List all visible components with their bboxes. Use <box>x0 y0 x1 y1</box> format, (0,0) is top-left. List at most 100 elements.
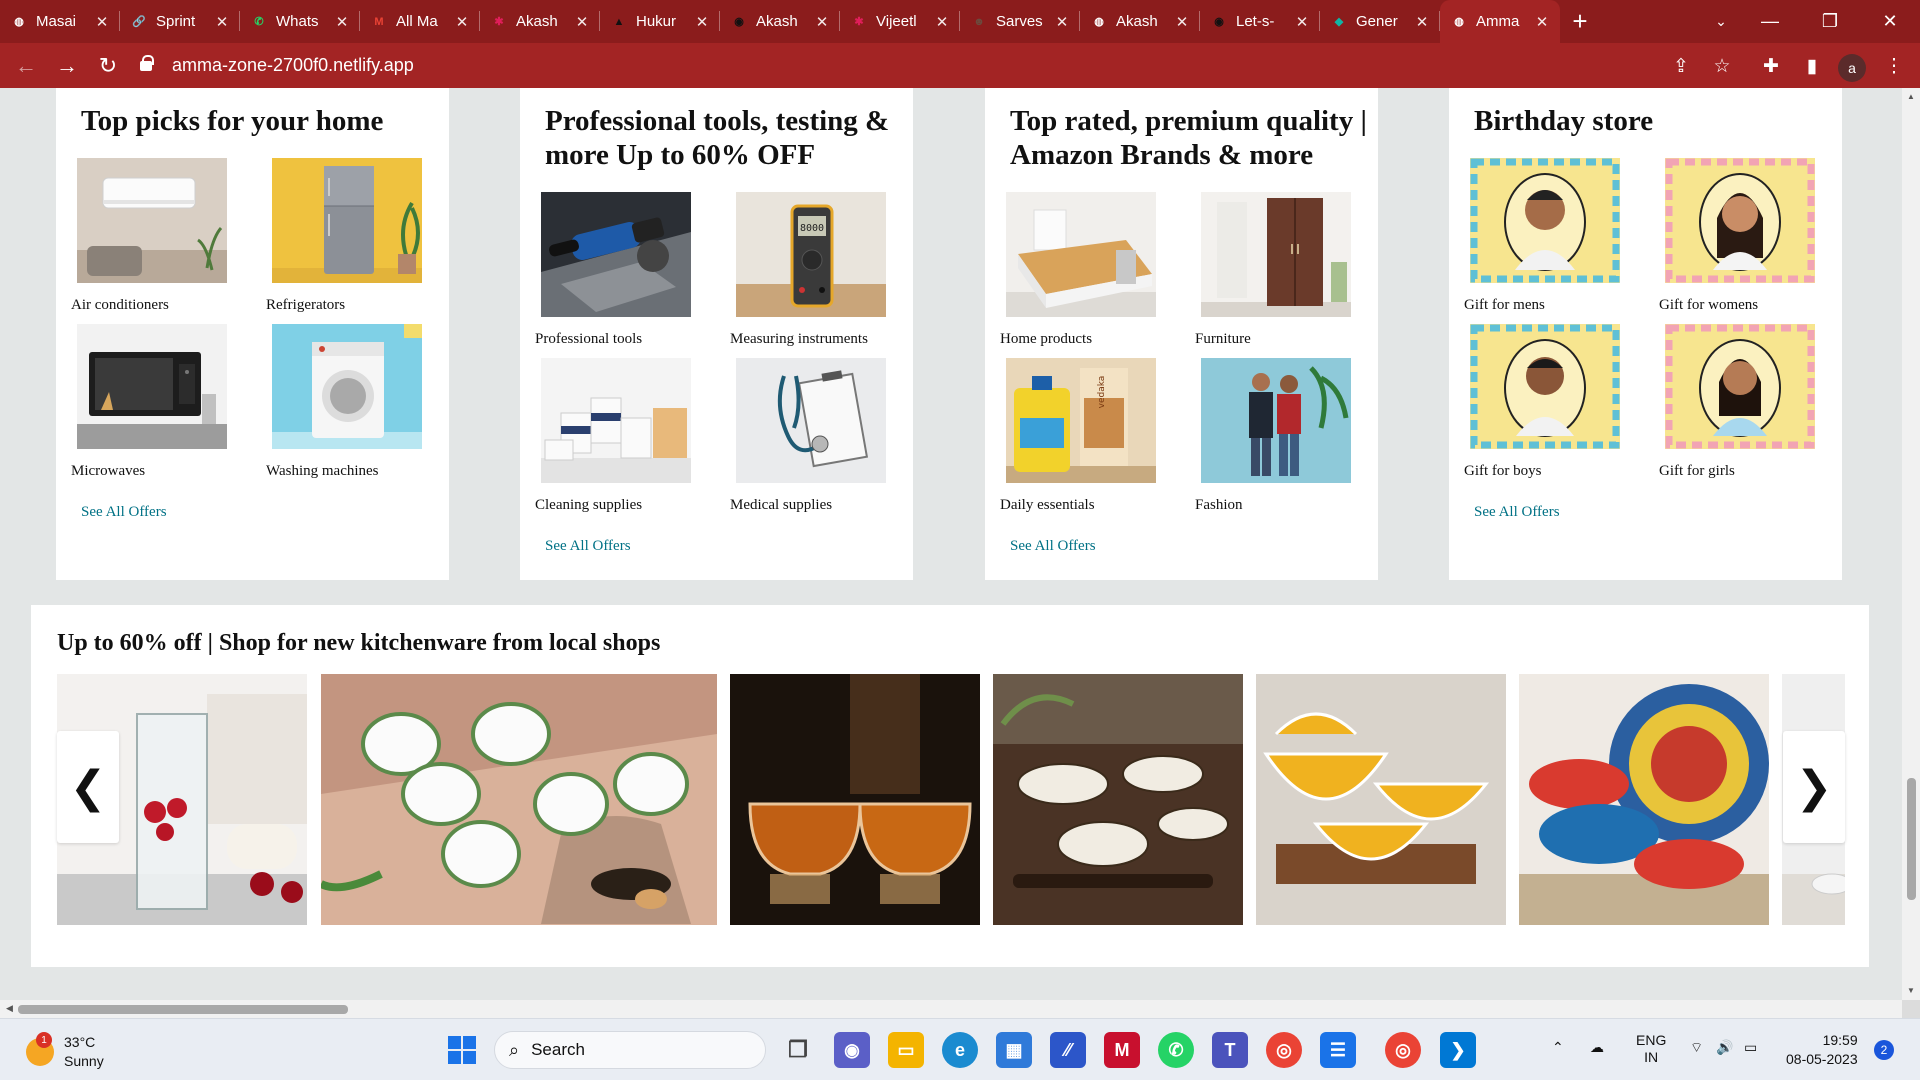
clock[interactable]: 19:59 08-05-2023 <box>1786 1031 1858 1069</box>
tile-daily-essentials[interactable]: vedaka Daily essentials <box>1000 358 1166 514</box>
tile-gift-for-womens[interactable]: Gift for womens <box>1659 158 1825 314</box>
close-tab-icon[interactable]: ✕ <box>334 13 350 31</box>
gift-womens-image[interactable] <box>1665 158 1815 283</box>
profile-avatar[interactable]: a <box>1838 54 1866 82</box>
close-tab-icon[interactable]: ✕ <box>574 13 590 31</box>
tile-air-conditioners[interactable]: Air conditioners <box>71 158 237 314</box>
see-all-offers-link[interactable]: See All Offers <box>1010 538 1096 555</box>
browser-tab[interactable]: 🔗 Sprint ✕ <box>120 0 240 43</box>
tile-gift-for-boys[interactable]: Gift for boys <box>1464 324 1630 480</box>
tile-medical-supplies[interactable]: Medical supplies <box>730 358 896 514</box>
close-tab-icon[interactable]: ✕ <box>94 13 110 31</box>
tea-cups-image[interactable] <box>321 674 717 925</box>
painted-plates-image[interactable] <box>1519 674 1769 925</box>
tray-network-error-icon[interactable]: ☁ <box>1590 1039 1604 1056</box>
teams-icon[interactable]: T <box>1212 1032 1248 1068</box>
browser-tab[interactable]: ◍ Masai ✕ <box>0 0 120 43</box>
new-tab-button[interactable]: + <box>1560 0 1600 43</box>
tray-chevron-icon[interactable]: ⌃ <box>1552 1039 1564 1056</box>
close-tab-icon[interactable]: ✕ <box>214 13 230 31</box>
browser-tab[interactable]: ◆ Gener ✕ <box>1320 0 1440 43</box>
close-tab-icon[interactable]: ✕ <box>454 13 470 31</box>
browser-tab[interactable]: ▲ Hukur ✕ <box>600 0 720 43</box>
language-indicator[interactable]: ENG IN <box>1636 1032 1666 1066</box>
bed-image[interactable] <box>1006 192 1156 317</box>
whatsapp-icon[interactable]: ✆ <box>1158 1032 1194 1068</box>
browser-tab[interactable]: ✱ Akash ✕ <box>480 0 600 43</box>
reload-icon[interactable]: ↻ <box>92 50 124 82</box>
weather-widget[interactable]: 1 33°C Sunny <box>26 1032 104 1071</box>
tab-search-icon[interactable]: ⌄ <box>1708 8 1734 34</box>
lock-icon[interactable] <box>140 54 154 71</box>
carousel-prev-button[interactable]: ❮ <box>57 731 119 843</box>
horizontal-scroll-thumb[interactable] <box>18 1005 348 1014</box>
teams-chat-icon[interactable]: ◉ <box>834 1032 870 1068</box>
tile-gift-for-girls[interactable]: Gift for girls <box>1659 324 1825 480</box>
browser-tab[interactable]: ◉ Akash ✕ <box>720 0 840 43</box>
tile-microwaves[interactable]: Microwaves <box>71 324 237 480</box>
side-panel-icon[interactable]: ▮ <box>1796 50 1828 82</box>
scroll-down-arrow-icon[interactable]: ▼ <box>1907 986 1915 995</box>
chrome-profile-icon[interactable]: ◎ <box>1385 1032 1421 1068</box>
restore-icon[interactable]: ❐ <box>1800 0 1860 43</box>
fashion-models-image[interactable] <box>1201 358 1351 483</box>
task-view-icon[interactable]: ❐ <box>780 1032 816 1068</box>
browser-tab[interactable]: M All Ma ✕ <box>360 0 480 43</box>
refrigerator-image[interactable] <box>272 158 422 283</box>
close-tab-icon[interactable]: ✕ <box>1414 13 1430 31</box>
bookmark-star-icon[interactable]: ☆ <box>1706 50 1738 82</box>
gift-girls-image[interactable] <box>1665 324 1815 449</box>
taskbar-search[interactable]: ⌕ Search <box>494 1031 766 1069</box>
browser-tab[interactable]: ◍ Amma ✕ <box>1440 0 1560 43</box>
browser-tab[interactable]: ☻ Sarves ✕ <box>960 0 1080 43</box>
url-field[interactable]: amma-zone-2700f0.netlify.app <box>140 49 1680 82</box>
wardrobe-image[interactable] <box>1201 192 1351 317</box>
groceries-image[interactable]: vedaka <box>1006 358 1156 483</box>
vertical-scrollbar[interactable]: ▲ ▼ <box>1902 88 1920 1000</box>
close-tab-icon[interactable]: ✕ <box>1174 13 1190 31</box>
browser-tab[interactable]: ◍ Akash ✕ <box>1080 0 1200 43</box>
tile-refrigerators[interactable]: Refrigerators <box>266 158 432 314</box>
vpn-app-icon[interactable]: ⁄⁄ <box>1050 1032 1086 1068</box>
angle-grinder-image[interactable] <box>541 192 691 317</box>
vscode-icon[interactable]: ❯ <box>1440 1032 1476 1068</box>
vertical-scroll-thumb[interactable] <box>1907 778 1916 900</box>
start-windows-icon[interactable] <box>444 1032 480 1068</box>
tile-washing-machines[interactable]: Washing machines <box>266 324 432 480</box>
multimeter-image[interactable]: 8000 <box>736 192 886 317</box>
menu-kebab-icon[interactable]: ⋮ <box>1878 50 1910 82</box>
share-icon[interactable]: ⇪ <box>1665 50 1697 82</box>
see-all-offers-link[interactable]: See All Offers <box>1474 504 1560 521</box>
scroll-up-arrow-icon[interactable]: ▲ <box>1907 92 1915 101</box>
tile-fashion[interactable]: Fashion <box>1195 358 1361 514</box>
chrome-icon[interactable]: ◎ <box>1266 1032 1302 1068</box>
notification-badge[interactable]: 2 <box>1874 1040 1894 1060</box>
battery-icon[interactable]: ▭ <box>1744 1039 1757 1056</box>
yellow-bowls-image[interactable] <box>1256 674 1506 925</box>
close-tab-icon[interactable]: ✕ <box>1054 13 1070 31</box>
notes-app-icon[interactable]: ☰ <box>1320 1032 1356 1068</box>
stethoscope-image[interactable] <box>736 358 886 483</box>
mcafee-icon[interactable]: M <box>1104 1032 1140 1068</box>
close-tab-icon[interactable]: ✕ <box>694 13 710 31</box>
extensions-icon[interactable]: ✚ <box>1755 50 1787 82</box>
minimize-icon[interactable]: — <box>1740 0 1800 43</box>
close-tab-icon[interactable]: ✕ <box>1294 13 1310 31</box>
microwave-image[interactable] <box>77 324 227 449</box>
air-conditioner-image[interactable] <box>77 158 227 283</box>
tile-home-products[interactable]: Home products <box>1000 192 1166 348</box>
see-all-offers-link[interactable]: See All Offers <box>81 504 167 521</box>
edge-icon[interactable]: e <box>942 1032 978 1068</box>
gift-mens-image[interactable] <box>1470 158 1620 283</box>
gift-boys-image[interactable] <box>1470 324 1620 449</box>
file-explorer-icon[interactable]: ▭ <box>888 1032 924 1068</box>
close-tab-icon[interactable]: ✕ <box>814 13 830 31</box>
tile-gift-for-mens[interactable]: Gift for mens <box>1464 158 1630 314</box>
tea-glasses-image[interactable] <box>730 674 980 925</box>
back-icon[interactable]: ← <box>10 50 42 82</box>
ceramic-bowls-image[interactable] <box>993 674 1243 925</box>
microsoft-store-icon[interactable]: ▦ <box>996 1032 1032 1068</box>
forward-icon[interactable]: → <box>51 50 83 82</box>
volume-icon[interactable]: 🔊 <box>1716 1039 1733 1056</box>
browser-tab[interactable]: ✱ Vijeetl ✕ <box>840 0 960 43</box>
